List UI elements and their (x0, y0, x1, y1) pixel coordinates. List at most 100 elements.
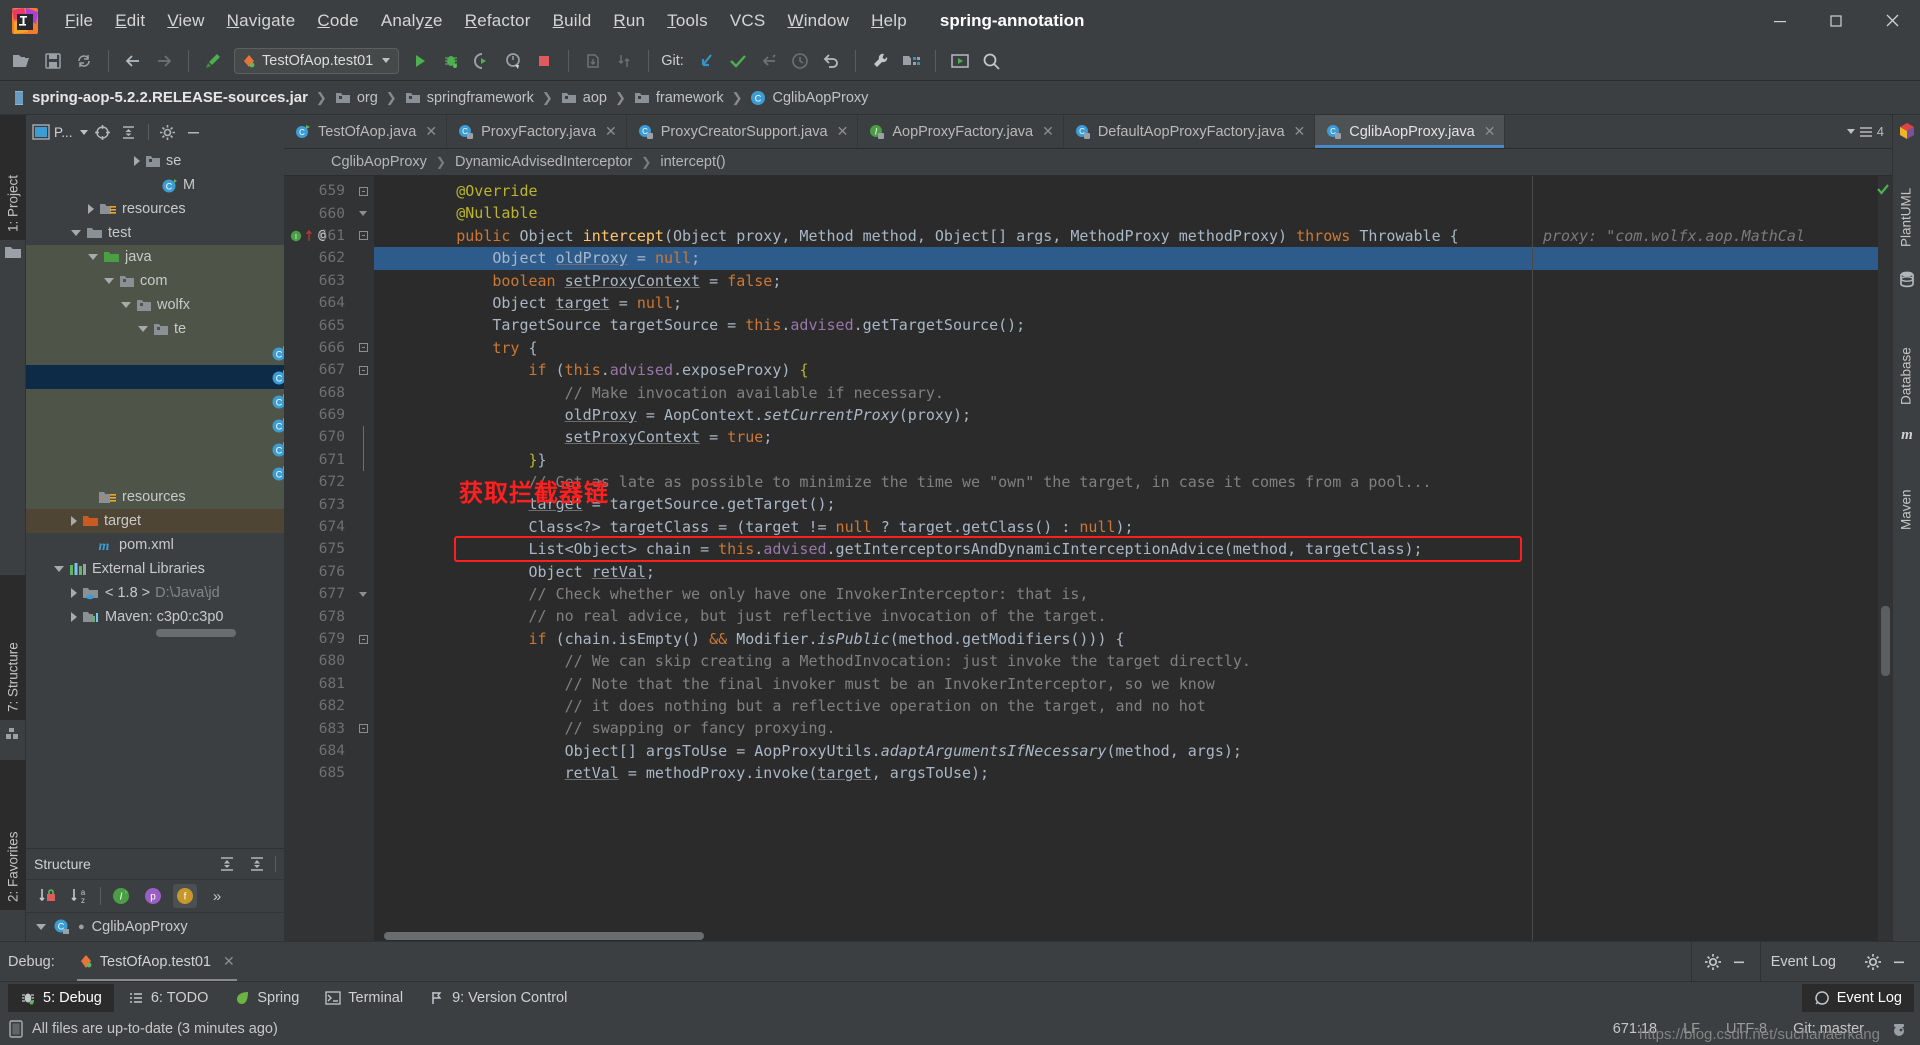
code-line[interactable]: @Nullable (374, 202, 1878, 224)
collapse-arrow-icon[interactable] (36, 924, 46, 930)
gear-icon[interactable] (1862, 951, 1884, 973)
rail-tab-project[interactable]: 1: Project (0, 115, 26, 240)
line-number[interactable]: 681 (284, 673, 352, 695)
code-line[interactable]: // We can skip creating a MethodInvocati… (374, 650, 1878, 672)
line-number[interactable]: 682 (284, 695, 352, 717)
editor-tab-defaultaopproxyfactory[interactable]: C DefaultAopProxyFactory.java ✕ (1064, 115, 1316, 148)
show-fields-icon[interactable]: f (173, 884, 197, 908)
editor-breadcrumb-method[interactable]: intercept() (660, 154, 725, 170)
fold-marker[interactable] (352, 695, 374, 717)
code-line[interactable]: Object target = null; (374, 292, 1878, 314)
save-all-icon[interactable] (39, 47, 67, 75)
tree-item-external-libraries[interactable]: External Libraries (26, 557, 284, 581)
menu-tools[interactable]: Tools (656, 7, 719, 35)
project-panel-title[interactable]: P... (54, 125, 73, 140)
breadcrumb-org[interactable]: org (332, 88, 381, 108)
search-everywhere-icon[interactable] (977, 47, 1005, 75)
line-number[interactable]: 673 (284, 493, 352, 515)
tree-item-main-class[interactable]: C M (26, 173, 284, 197)
fold-marker[interactable] (352, 359, 374, 381)
fold-marker[interactable] (352, 516, 374, 538)
line-number[interactable]: 675 (284, 538, 352, 560)
rail-tab-structure[interactable]: 7: Structure (0, 575, 26, 720)
editor-horizontal-scrollbar[interactable] (384, 932, 704, 940)
sync-icon[interactable] (70, 47, 98, 75)
stop-icon[interactable] (530, 47, 558, 75)
structure-item-root[interactable]: C ● CglibAopProxy (26, 913, 284, 941)
tree-item-java[interactable]: java (26, 245, 284, 269)
fold-marker[interactable] (352, 605, 374, 627)
fold-marker[interactable] (352, 404, 374, 426)
fold-marker[interactable] (352, 180, 374, 202)
close-icon[interactable]: ✕ (837, 123, 849, 140)
chevron-down-icon[interactable] (1846, 129, 1855, 134)
status-caret-position[interactable]: 671:18 (1613, 1021, 1657, 1037)
line-number[interactable]: 685 (284, 762, 352, 784)
menu-vcs[interactable]: VCS (719, 7, 777, 35)
rail-tab-plantuml[interactable]: PlantUML (1893, 145, 1919, 255)
debug-session-tab[interactable]: TestOfAop.test01 ✕ (73, 950, 241, 982)
sort-alphabetically-icon[interactable]: az (68, 884, 92, 908)
line-number[interactable]: I @661 (284, 225, 352, 247)
more-icon[interactable]: » (205, 884, 229, 908)
menu-code[interactable]: Code (306, 7, 369, 35)
tool-button-event-log[interactable]: Event Log (1801, 983, 1914, 1012)
project-structure-icon[interactable] (897, 47, 925, 75)
menu-analyze[interactable]: Analyze (370, 7, 454, 35)
code-line[interactable]: // no real advice, but just reflective i… (374, 605, 1878, 627)
rail-tab-maven[interactable]: Maven (1893, 448, 1919, 538)
line-number[interactable]: 676 (284, 561, 352, 583)
hide-panel-icon[interactable] (183, 121, 205, 143)
editor-tab-testofaop[interactable]: C TestOfAop.java ✕ (284, 115, 448, 148)
open-folder-icon[interactable] (8, 47, 36, 75)
tree-item-pom[interactable]: m pom.xml (26, 533, 284, 557)
code-line[interactable]: if (this.advised.exposeProxy) { (374, 359, 1878, 381)
code-line[interactable]: TargetSource targetSource = this.advised… (374, 314, 1878, 336)
breadcrumb-jar[interactable]: spring-aop-5.2.2.RELEASE-sources.jar (9, 87, 311, 108)
fold-marker[interactable] (352, 382, 374, 404)
code-line[interactable]: @Override (374, 180, 1878, 202)
gear-icon[interactable] (1702, 951, 1724, 973)
git-rollback-icon[interactable] (817, 47, 845, 75)
tree-item-test-resources[interactable]: resources (26, 485, 284, 509)
fold-marker[interactable] (352, 225, 374, 247)
run-icon[interactable] (406, 47, 434, 75)
horizontal-scrollbar[interactable] (156, 629, 236, 637)
fold-marker[interactable] (352, 673, 374, 695)
fold-marker[interactable] (352, 202, 374, 224)
fold-marker[interactable] (352, 337, 374, 359)
close-icon[interactable]: ✕ (425, 123, 437, 140)
code-line[interactable]: if (chain.isEmpty() && Modifier.isPublic… (374, 628, 1878, 650)
fold-marker[interactable] (352, 717, 374, 739)
menu-run[interactable]: Run (602, 7, 656, 35)
line-number[interactable]: 665 (284, 314, 352, 336)
fold-marker[interactable] (352, 426, 374, 449)
line-number[interactable]: 683 (284, 717, 352, 739)
inspection-profile-icon[interactable] (1890, 1020, 1908, 1038)
code-line[interactable]: // Check whether we only have one Invoke… (374, 583, 1878, 605)
show-inherited-icon[interactable]: I (109, 884, 133, 908)
collapse-arrow-icon[interactable] (138, 326, 148, 332)
run-configuration-selector[interactable]: TestOfAop.test01 (234, 47, 400, 74)
code-line[interactable]: oldProxy = AopContext.setCurrentProxy(pr… (374, 404, 1878, 426)
tree-item-class-1[interactable]: C (26, 341, 284, 365)
code-line[interactable]: // Get as late as possible to minimize t… (374, 471, 1878, 493)
fold-marker[interactable] (352, 270, 374, 292)
line-number[interactable]: 670 (284, 426, 352, 448)
git-history-icon[interactable] (786, 47, 814, 75)
gear-icon[interactable] (157, 121, 179, 143)
tool-button-spring[interactable]: Spring (222, 984, 311, 1012)
code-line[interactable]: try { (374, 337, 1878, 359)
breadcrumb-springframework[interactable]: springframework (402, 88, 537, 108)
fold-marker[interactable] (352, 561, 374, 583)
code-line[interactable]: retVal = methodProxy.invoke(target, args… (374, 762, 1878, 784)
tree-item-te[interactable]: te (26, 317, 284, 341)
line-number[interactable]: 678 (284, 605, 352, 627)
line-number[interactable]: 674 (284, 516, 352, 538)
editor-tab-proxycreatorsupport[interactable]: C ProxyCreatorSupport.java ✕ (627, 115, 859, 148)
code-line[interactable]: // it does nothing but a reflective oper… (374, 695, 1878, 717)
line-number[interactable]: 666 (284, 337, 352, 359)
run-anything-icon[interactable] (946, 47, 974, 75)
collapse-all-icon[interactable] (245, 852, 269, 876)
status-git-branch[interactable]: Git: master (1793, 1021, 1864, 1037)
